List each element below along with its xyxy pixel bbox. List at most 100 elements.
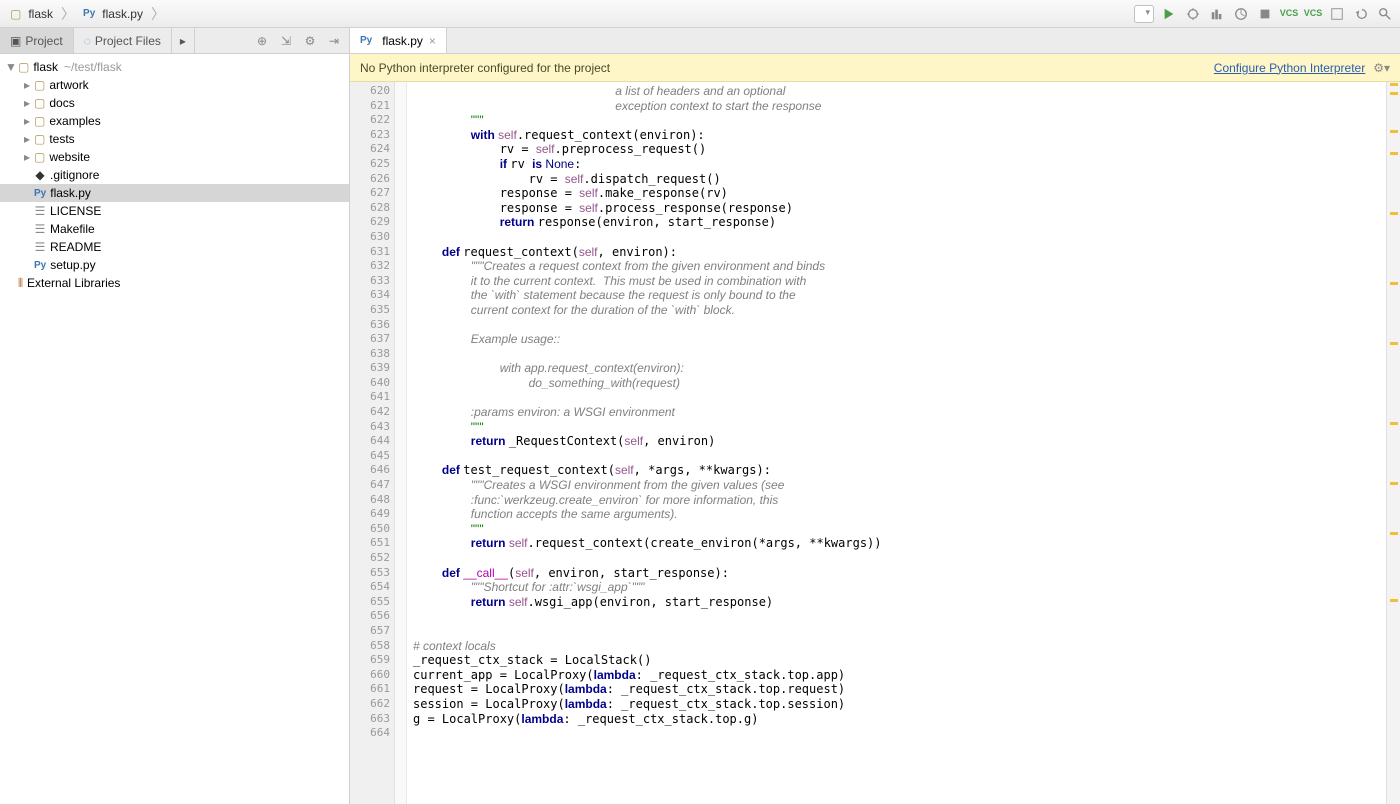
tree-twisty-icon[interactable]: ▸ bbox=[20, 114, 34, 128]
line-number[interactable]: 660 bbox=[350, 668, 394, 683]
collapse-all-icon[interactable]: ⇲ bbox=[277, 32, 295, 50]
warning-marker[interactable] bbox=[1390, 152, 1398, 155]
line-number[interactable]: 625 bbox=[350, 157, 394, 172]
line-number[interactable]: 642 bbox=[350, 405, 394, 420]
tree-twisty-icon[interactable]: ▼ bbox=[4, 60, 18, 74]
search-icon[interactable] bbox=[1376, 5, 1394, 23]
tree-twisty-icon[interactable]: ▸ bbox=[20, 150, 34, 164]
locate-icon[interactable]: ⊕ bbox=[253, 32, 271, 50]
undo-icon[interactable] bbox=[1352, 5, 1370, 23]
project-sidebar[interactable]: ▣ Project ◌ Project Files ▸ ⊕ ⇲ ⚙ ⇥ bbox=[0, 28, 350, 804]
tree-twisty-icon[interactable]: ▸ bbox=[20, 132, 34, 146]
fold-column[interactable] bbox=[395, 82, 407, 804]
line-number[interactable]: 636 bbox=[350, 318, 394, 333]
line-number[interactable]: 651 bbox=[350, 536, 394, 551]
stop-icon[interactable] bbox=[1256, 5, 1274, 23]
line-number[interactable]: 653 bbox=[350, 566, 394, 581]
tree-external-libraries[interactable]: ⫴External Libraries bbox=[0, 274, 349, 292]
close-icon[interactable]: × bbox=[429, 34, 436, 48]
line-number[interactable]: 657 bbox=[350, 624, 394, 639]
line-number[interactable]: 627 bbox=[350, 186, 394, 201]
line-number[interactable]: 623 bbox=[350, 128, 394, 143]
line-number[interactable]: 639 bbox=[350, 361, 394, 376]
marker-bar[interactable] bbox=[1386, 82, 1400, 804]
line-number[interactable]: 644 bbox=[350, 434, 394, 449]
line-number[interactable]: 646 bbox=[350, 463, 394, 478]
line-number[interactable]: 658 bbox=[350, 639, 394, 654]
tree-twisty-icon[interactable]: ▸ bbox=[20, 78, 34, 92]
tab-project-files[interactable]: ◌ Project Files bbox=[74, 28, 172, 53]
expand-icon[interactable] bbox=[1328, 5, 1346, 23]
vcs-update-icon[interactable]: VCS bbox=[1280, 5, 1298, 23]
tree-file-setup[interactable]: Pysetup.py bbox=[0, 256, 349, 274]
warning-marker[interactable] bbox=[1390, 282, 1398, 285]
warning-marker[interactable] bbox=[1390, 83, 1398, 86]
line-number[interactable]: 659 bbox=[350, 653, 394, 668]
warning-marker[interactable] bbox=[1390, 422, 1398, 425]
warning-marker[interactable] bbox=[1390, 482, 1398, 485]
tree-file-license[interactable]: ☰LICENSE bbox=[0, 202, 349, 220]
hide-panel-icon[interactable]: ⇥ bbox=[325, 32, 343, 50]
tree-file-gitignore[interactable]: ◆.gitignore bbox=[0, 166, 349, 184]
line-number[interactable]: 654 bbox=[350, 580, 394, 595]
warning-marker[interactable] bbox=[1390, 532, 1398, 535]
configure-interpreter-link[interactable]: Configure Python Interpreter bbox=[1214, 61, 1365, 75]
tree-root[interactable]: ▼▢flask~/test/flask bbox=[0, 58, 349, 76]
line-number[interactable]: 624 bbox=[350, 142, 394, 157]
tree-file-readme[interactable]: ☰README bbox=[0, 238, 349, 256]
run-config-dropdown[interactable] bbox=[1134, 5, 1154, 23]
run-icon[interactable] bbox=[1160, 5, 1178, 23]
line-number[interactable]: 638 bbox=[350, 347, 394, 362]
project-tree[interactable]: ▼▢flask~/test/flask▸▢artwork▸▢docs▸▢exam… bbox=[0, 54, 349, 296]
warning-marker[interactable] bbox=[1390, 92, 1398, 95]
tree-dir-docs[interactable]: ▸▢docs bbox=[0, 94, 349, 112]
line-number[interactable]: 643 bbox=[350, 420, 394, 435]
code-area[interactable]: a list of headers and an optional except… bbox=[407, 82, 1386, 804]
tree-file-flaskpy[interactable]: Pyflask.py bbox=[0, 184, 349, 202]
line-number[interactable]: 626 bbox=[350, 172, 394, 187]
warning-marker[interactable] bbox=[1390, 599, 1398, 602]
code-editor[interactable]: 6206216226236246256266276286296306316326… bbox=[350, 82, 1400, 804]
line-number[interactable]: 621 bbox=[350, 99, 394, 114]
line-number[interactable]: 655 bbox=[350, 595, 394, 610]
line-number[interactable]: 632 bbox=[350, 259, 394, 274]
warning-marker[interactable] bbox=[1390, 212, 1398, 215]
line-number[interactable]: 664 bbox=[350, 726, 394, 741]
warning-marker[interactable] bbox=[1390, 130, 1398, 133]
breadcrumb-folder[interactable]: ▢ flask bbox=[6, 5, 57, 23]
coverage-icon[interactable] bbox=[1208, 5, 1226, 23]
profile-icon[interactable] bbox=[1232, 5, 1250, 23]
line-number[interactable]: 629 bbox=[350, 215, 394, 230]
line-number-gutter[interactable]: 6206216226236246256266276286296306316326… bbox=[350, 82, 395, 804]
line-number[interactable]: 656 bbox=[350, 609, 394, 624]
tree-dir-examples[interactable]: ▸▢examples bbox=[0, 112, 349, 130]
line-number[interactable]: 622 bbox=[350, 113, 394, 128]
line-number[interactable]: 649 bbox=[350, 507, 394, 522]
line-number[interactable]: 628 bbox=[350, 201, 394, 216]
line-number[interactable]: 645 bbox=[350, 449, 394, 464]
line-number[interactable]: 648 bbox=[350, 493, 394, 508]
tree-dir-website[interactable]: ▸▢website bbox=[0, 148, 349, 166]
line-number[interactable]: 635 bbox=[350, 303, 394, 318]
line-number[interactable]: 663 bbox=[350, 712, 394, 727]
tree-file-makefile[interactable]: ☰Makefile bbox=[0, 220, 349, 238]
line-number[interactable]: 652 bbox=[350, 551, 394, 566]
tab-project[interactable]: ▣ Project bbox=[0, 28, 74, 53]
line-number[interactable]: 641 bbox=[350, 390, 394, 405]
tree-dir-tests[interactable]: ▸▢tests bbox=[0, 130, 349, 148]
line-number[interactable]: 647 bbox=[350, 478, 394, 493]
line-number[interactable]: 620 bbox=[350, 84, 394, 99]
line-number[interactable]: 662 bbox=[350, 697, 394, 712]
line-number[interactable]: 634 bbox=[350, 288, 394, 303]
line-number[interactable]: 661 bbox=[350, 682, 394, 697]
editor-tab-flask[interactable]: Py flask.py × bbox=[350, 28, 447, 53]
line-number[interactable]: 630 bbox=[350, 230, 394, 245]
breadcrumb-file[interactable]: Py flask.py bbox=[79, 5, 147, 23]
line-number[interactable]: 640 bbox=[350, 376, 394, 391]
line-number[interactable]: 637 bbox=[350, 332, 394, 347]
vcs-commit-icon[interactable]: VCS bbox=[1304, 5, 1322, 23]
line-number[interactable]: 650 bbox=[350, 522, 394, 537]
debug-icon[interactable] bbox=[1184, 5, 1202, 23]
line-number[interactable]: 633 bbox=[350, 274, 394, 289]
gear-icon[interactable]: ⚙▾ bbox=[1373, 61, 1390, 75]
